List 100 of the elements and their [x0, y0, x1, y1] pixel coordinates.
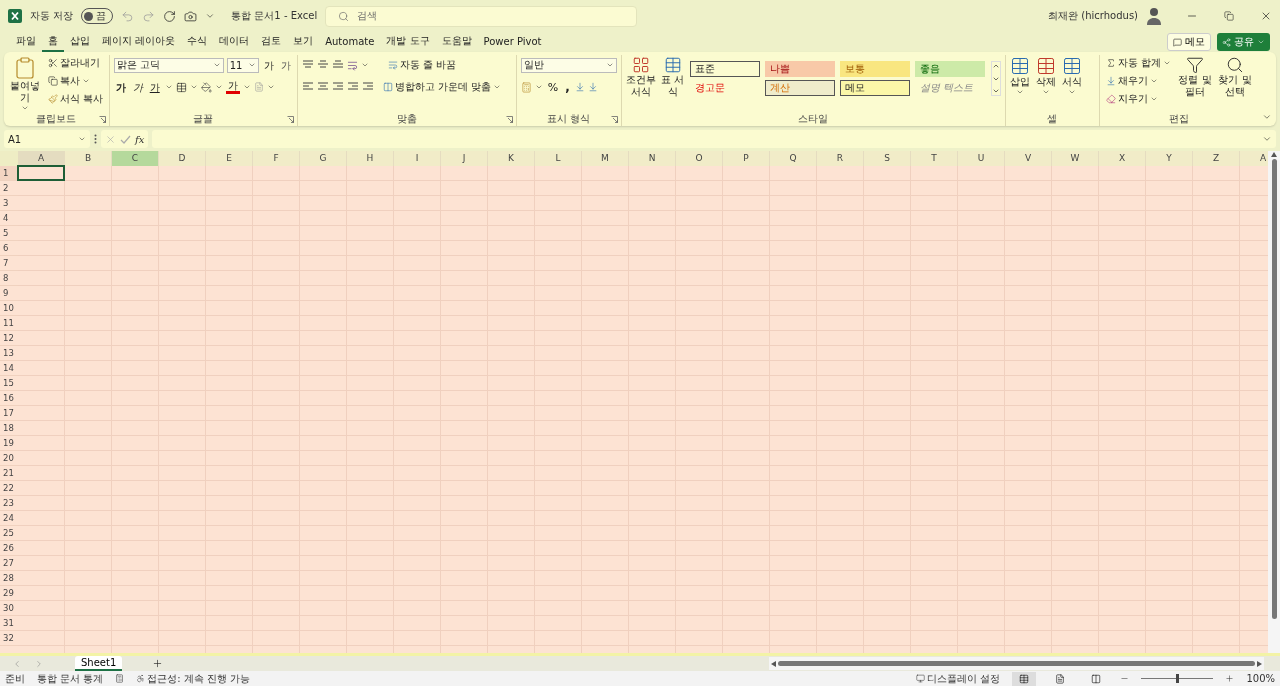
- column-header[interactable]: G: [300, 151, 347, 166]
- column-header[interactable]: I: [394, 151, 441, 166]
- row-header[interactable]: 20: [0, 451, 18, 466]
- align-top-icon[interactable]: [301, 59, 314, 71]
- row-header[interactable]: 19: [0, 436, 18, 451]
- expand-icon[interactable]: [1262, 134, 1272, 144]
- column-header[interactable]: R: [817, 151, 864, 166]
- font-name-dropdown[interactable]: 맑은 고딕: [113, 57, 224, 73]
- fill-color-icon[interactable]: [200, 81, 212, 93]
- row-header[interactable]: 1: [0, 166, 18, 181]
- user-name[interactable]: 최재완 (hicrhodus): [1048, 9, 1138, 23]
- scroll-right-icon[interactable]: [1257, 660, 1262, 667]
- row-header[interactable]: 21: [0, 466, 18, 481]
- ribbon-tab[interactable]: 파일: [10, 32, 42, 52]
- cell-style[interactable]: 메모: [839, 80, 910, 96]
- add-sheet-icon[interactable]: [152, 658, 164, 669]
- row-header[interactable]: 26: [0, 541, 18, 556]
- column-header[interactable]: E: [206, 151, 253, 166]
- row-header[interactable]: 11: [0, 316, 18, 331]
- ribbon-tab[interactable]: 보기: [287, 32, 320, 52]
- normal-view-button[interactable]: [1012, 671, 1037, 686]
- row-header[interactable]: 23: [0, 496, 18, 511]
- find-select-button[interactable]: 찾기 및 선택: [1216, 55, 1253, 99]
- row-header[interactable]: 17: [0, 406, 18, 421]
- refresh-icon[interactable]: [163, 9, 177, 23]
- column-header[interactable]: Z: [1193, 151, 1240, 166]
- format-cells-button[interactable]: 서식: [1061, 55, 1082, 97]
- column-header[interactable]: L: [535, 151, 582, 166]
- sort-filter-button[interactable]: 정렬 및 필터: [1176, 55, 1213, 99]
- format-as-table-button[interactable]: 표 서식: [659, 55, 686, 99]
- close-icon[interactable]: [1260, 10, 1272, 22]
- cell-style[interactable]: 표준: [689, 61, 760, 77]
- row-header[interactable]: 22: [0, 481, 18, 496]
- font-size-dropdown[interactable]: 11: [226, 57, 259, 73]
- comma-style-button[interactable]: ,: [563, 81, 572, 93]
- next-sheet-icon[interactable]: [34, 658, 44, 669]
- comments-button[interactable]: 메모: [1167, 33, 1211, 51]
- search-field[interactable]: 검색: [325, 5, 638, 27]
- ribbon-tab[interactable]: 개발 도구: [380, 32, 436, 52]
- paste-button[interactable]: 붙여넣기: [8, 55, 42, 113]
- column-header[interactable]: Q: [770, 151, 817, 166]
- row-header[interactable]: 12: [0, 331, 18, 346]
- ribbon-tab[interactable]: 삽입: [64, 32, 96, 52]
- check-icon[interactable]: [120, 133, 131, 145]
- camera-icon[interactable]: [184, 9, 198, 23]
- font-color-button[interactable]: 가: [225, 80, 240, 94]
- conditional-formatting-button[interactable]: 조건부 서식: [625, 55, 656, 99]
- column-header[interactable]: D: [159, 151, 206, 166]
- restore-icon[interactable]: [1224, 11, 1234, 21]
- column-header[interactable]: W: [1052, 151, 1099, 166]
- row-header[interactable]: 32: [0, 631, 18, 646]
- italic-button[interactable]: 가: [130, 81, 145, 93]
- row-header[interactable]: 7: [0, 256, 18, 271]
- column-header[interactable]: Y: [1146, 151, 1193, 166]
- dialog-launcher-icon[interactable]: [505, 116, 513, 123]
- increase-indent-icon[interactable]: [361, 81, 374, 93]
- scroll-up-icon[interactable]: [991, 62, 1000, 70]
- row-header[interactable]: 10: [0, 301, 18, 316]
- column-header[interactable]: C: [112, 151, 159, 166]
- row-header[interactable]: 27: [0, 556, 18, 571]
- undo-icon[interactable]: [121, 9, 135, 23]
- decrease-font-size-button[interactable]: 가: [278, 59, 293, 71]
- row-header[interactable]: 16: [0, 391, 18, 406]
- sheet-tab[interactable]: Sheet1: [75, 656, 123, 671]
- row-header[interactable]: 9: [0, 286, 18, 301]
- row-header[interactable]: 31: [0, 616, 18, 631]
- scroll-up-icon[interactable]: [1271, 152, 1277, 157]
- dialog-launcher-icon[interactable]: [286, 116, 294, 123]
- row-header[interactable]: 24: [0, 511, 18, 526]
- column-header[interactable]: T: [911, 151, 958, 166]
- vertical-scrollbar[interactable]: [1268, 151, 1280, 653]
- column-header[interactable]: S: [864, 151, 911, 166]
- delete-cells-button[interactable]: 삭제: [1035, 55, 1056, 97]
- column-header[interactable]: A: [1240, 151, 1268, 166]
- share-button[interactable]: 공유: [1217, 33, 1270, 51]
- column-header[interactable]: X: [1099, 151, 1146, 166]
- insert-function-button[interactable]: fx: [135, 133, 145, 145]
- row-header[interactable]: 25: [0, 526, 18, 541]
- row-header[interactable]: 13: [0, 346, 18, 361]
- collapse-ribbon-icon[interactable]: [1262, 112, 1272, 122]
- autosum-button[interactable]: 자동 합계: [1103, 55, 1173, 71]
- percent-button[interactable]: %: [545, 81, 561, 93]
- zoom-thumb[interactable]: [1175, 674, 1179, 683]
- format-painter-button[interactable]: 서식 복사: [45, 91, 105, 107]
- row-header[interactable]: 14: [0, 361, 18, 376]
- ribbon-tab[interactable]: 데이터: [213, 32, 256, 52]
- styles-gallery-scroll[interactable]: [990, 61, 1001, 96]
- merge-center-button[interactable]: 병합하고 가운데 맞춤: [380, 79, 504, 95]
- row-header[interactable]: 6: [0, 241, 18, 256]
- align-right-icon[interactable]: [331, 81, 344, 93]
- row-header[interactable]: 2: [0, 181, 18, 196]
- column-header[interactable]: O: [676, 151, 723, 166]
- copy-button[interactable]: 복사: [45, 73, 105, 89]
- increase-font-size-button[interactable]: 가: [261, 59, 276, 71]
- row-header[interactable]: 29: [0, 586, 18, 601]
- ribbon-tab[interactable]: 수식: [181, 32, 214, 52]
- customize-toolbar-icon[interactable]: [205, 11, 216, 21]
- ribbon-tab[interactable]: 페이지 레이아웃: [96, 32, 182, 52]
- align-center-icon[interactable]: [316, 81, 329, 93]
- row-header[interactable]: 18: [0, 421, 18, 436]
